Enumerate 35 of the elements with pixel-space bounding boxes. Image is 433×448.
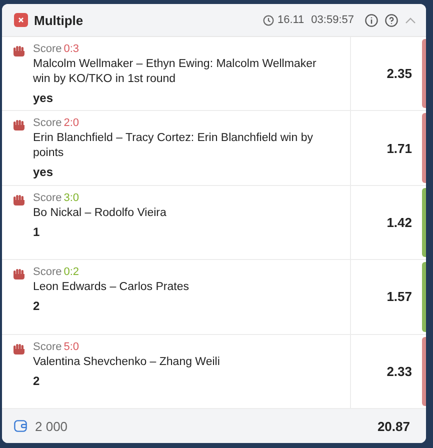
odds-value: 2.35 — [386, 65, 413, 84]
close-icon[interactable] — [14, 13, 28, 27]
odds-value: 2.33 — [386, 362, 413, 381]
odds-value: 1.57 — [386, 288, 413, 306]
wallet-icon — [14, 420, 27, 432]
score-value: 0:2 — [64, 266, 80, 278]
score-label: Score — [33, 117, 62, 130]
bet-pick: yes — [33, 91, 54, 105]
header-title: Multiple — [34, 12, 84, 28]
bet-pick: 2 — [33, 299, 41, 314]
score-value: 5:0 — [64, 340, 80, 353]
event-name: Malcolm Wellmaker – Ethyn Ewing: Malcolm Wellmaker win by KO/TKO in 1st round — [33, 57, 318, 87]
odds-value: 1.42 — [386, 214, 413, 232]
score-value: 3:0 — [64, 192, 80, 204]
event-date: 16.11 — [277, 14, 304, 26]
event-name: Bo Nickal – Rodolfo Vieira — [33, 206, 166, 221]
score-label: Score — [33, 340, 62, 353]
stake-amount: 2 000 — [35, 418, 68, 434]
event-name: Leon Edwards – Carlos Prates — [33, 280, 189, 296]
help-icon[interactable] — [385, 14, 398, 26]
bet-pick: 2 — [33, 374, 41, 388]
event-name: Valentina Shevchenko – Zhang Weili — [33, 354, 220, 370]
odds-value: 1.71 — [386, 140, 413, 158]
event-name: Erin Blanchfield – Tracy Cortez: Erin Blanchfield win by points — [33, 131, 314, 162]
info-icon[interactable] — [365, 14, 378, 26]
score-label: Score — [33, 43, 62, 55]
score-value: 2:0 — [64, 117, 80, 130]
score-label: Score — [33, 266, 62, 278]
bet-pick: yes — [33, 165, 54, 180]
bet-pick: 1 — [33, 224, 41, 239]
event-time: 03:59:57 — [311, 14, 354, 26]
score-value: 0:3 — [64, 43, 80, 55]
score-label: Score — [33, 192, 62, 204]
total-odds: 20.87 — [377, 418, 410, 434]
clock-icon — [263, 14, 274, 26]
